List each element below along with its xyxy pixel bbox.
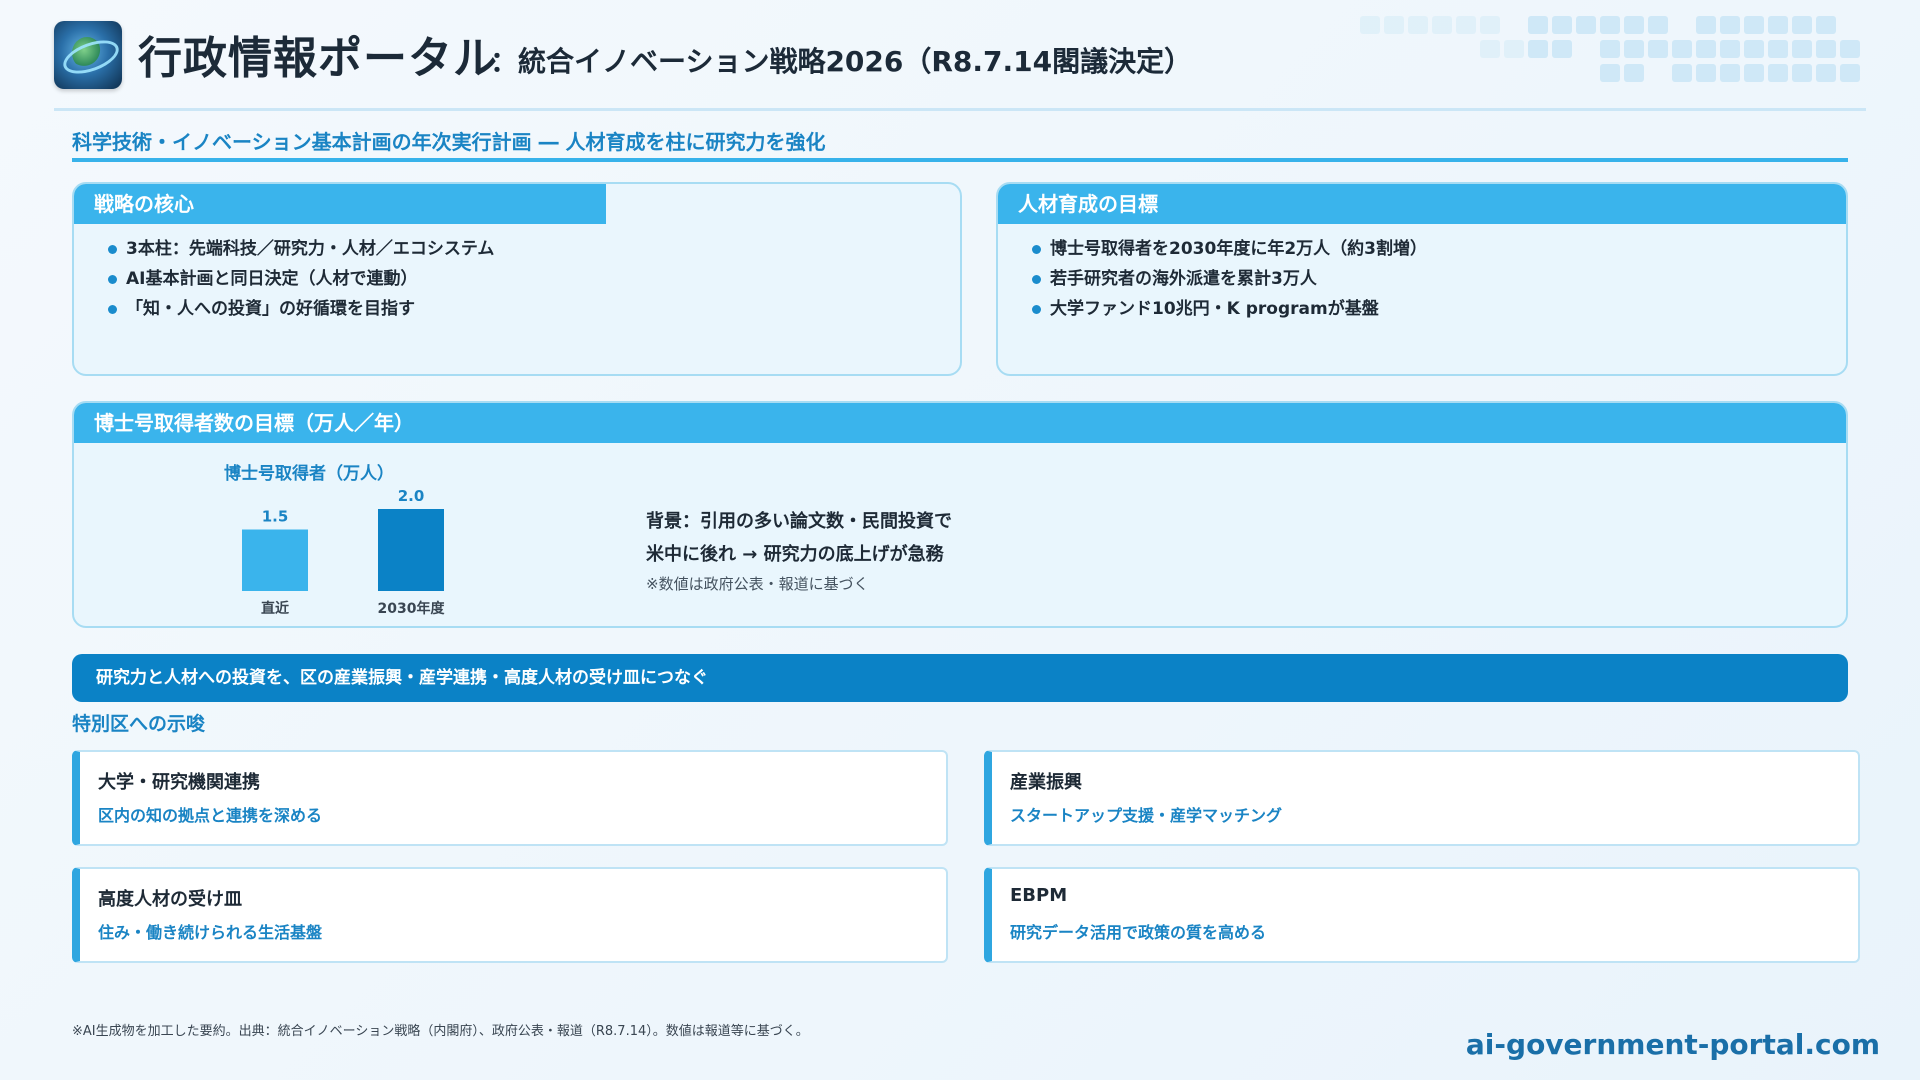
data-source-note: ※数値は政府公表・報道に基づく — [646, 575, 869, 593]
page-subtitle: ：統合イノベーション戦略2026（R8.7.14閣議決定） — [490, 45, 1193, 78]
message-banner: 研究力と人材への投資を、区の産業振興・産学連携・高度人材の受け皿につなぐ — [72, 654, 1848, 702]
chart-category-label: 2030年度 — [378, 600, 446, 617]
background-line-1: 背景：引用の多い論文数・民間投資で — [646, 511, 952, 532]
chart-title: 博士号取得者（万人） — [224, 464, 394, 484]
tile-description: 研究データ活用で政策の質を高める — [1010, 923, 1267, 942]
talent-goals-list: 博士号取得者を2030年度に年2万人（約3割増） 若手研究者の海外派遣を累計3万… — [998, 224, 1846, 324]
header-divider — [54, 108, 1866, 111]
implication-tile-industry: 産業振興 スタートアップ支援・産学マッチング — [984, 750, 1860, 846]
tile-title: 大学・研究機関連携 — [98, 772, 260, 793]
source-footnote: ※AI生成物を加工した要約。出典：統合イノベーション戦略（内閣府）、政府公表・報… — [72, 1024, 809, 1039]
core-strategy-card: 戦略の核心 3本柱：先端科技／研究力・人材／エコシステム AI基本計画と同日決定… — [72, 182, 962, 376]
talent-goals-card: 人材育成の目標 博士号取得者を2030年度に年2万人（約3割増） 若手研究者の海… — [996, 182, 1848, 376]
list-item: 大学ファンド10兆円・K programが基盤 — [1032, 294, 1846, 324]
background-line-2: 米中に後れ → 研究力の底上げが急務 — [646, 544, 944, 565]
portal-logo-globe-icon — [54, 21, 124, 89]
tile-description: 住み・働き続けられる生活基盤 — [98, 923, 323, 942]
talent-goals-heading: 人材育成の目標 — [998, 184, 1846, 224]
implications-label: 特別区への示唆 — [72, 713, 206, 735]
implication-tile-ebpm: EBPM 研究データ活用で政策の質を高める — [984, 867, 1860, 963]
implication-tile-university: 大学・研究機関連携 区内の知の拠点と連携を深める — [72, 750, 948, 846]
list-item: 「知・人への投資」の好循環を目指す — [108, 294, 960, 324]
chart-bar — [378, 509, 444, 591]
tile-description: スタートアップ支援・産学マッチング — [1010, 806, 1283, 825]
core-strategy-list: 3本柱：先端科技／研究力・人材／エコシステム AI基本計画と同日決定（人材で連動… — [74, 224, 960, 324]
site-domain-link[interactable]: ai-government-portal.com — [1466, 1028, 1880, 1061]
tile-title: EBPM — [1010, 885, 1068, 906]
implication-tile-talent: 高度人材の受け皿 住み・働き続けられる生活基盤 — [72, 867, 948, 963]
list-item: 若手研究者の海外派遣を累計3万人 — [1032, 264, 1846, 294]
tile-description: 区内の知の拠点と連携を深める — [98, 806, 323, 825]
phd-target-panel: 博士号取得者数の目標（万人／年） 博士号取得者（万人） 1.5 直近 2.0 2030… — [72, 401, 1848, 628]
phd-bar-chart: 1.5 直近 2.0 2030年度 — [242, 487, 446, 617]
tile-title: 産業振興 — [1010, 772, 1082, 793]
headline-underline — [72, 158, 1848, 162]
page-title: 行政情報ポータル — [138, 33, 498, 84]
decorative-tile-pattern — [1360, 16, 1860, 88]
chart-value-label: 2.0 — [398, 487, 425, 505]
chart-value-label: 1.5 — [262, 508, 289, 526]
headline: 科学技術・イノベーション基本計画の年次実行計画 ― 人材育成を柱に研究力を強化 — [72, 130, 826, 154]
list-item: 3本柱：先端科技／研究力・人材／エコシステム — [108, 234, 960, 264]
chart-category-label: 直近 — [261, 600, 289, 617]
phd-target-heading: 博士号取得者数の目標（万人／年） — [74, 403, 1846, 443]
list-item: 博士号取得者を2030年度に年2万人（約3割増） — [1032, 234, 1846, 264]
list-item: AI基本計画と同日決定（人材で連動） — [108, 264, 960, 294]
tile-title: 高度人材の受け皿 — [98, 889, 242, 910]
core-strategy-heading: 戦略の核心 — [74, 184, 606, 224]
chart-bar — [242, 529, 308, 591]
